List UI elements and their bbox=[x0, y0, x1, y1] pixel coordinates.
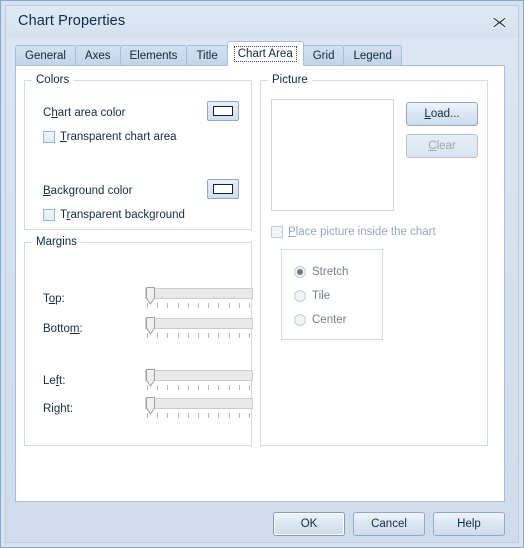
ok-button-label: OK bbox=[300, 518, 318, 530]
transparent-chart-area-checkbox[interactable]: Transparent chart area bbox=[43, 131, 177, 143]
transparent-background-label: Transparent background bbox=[60, 209, 185, 221]
colors-group-title: Colors bbox=[32, 74, 74, 86]
background-color-swatch bbox=[213, 184, 233, 194]
chart-area-color-swatch bbox=[213, 106, 233, 116]
clear-picture-button-label: Clear bbox=[428, 140, 456, 152]
margin-bottom-slider[interactable] bbox=[145, 317, 253, 341]
cancel-button[interactable]: Cancel bbox=[353, 512, 425, 536]
radio-center-label: Center bbox=[312, 314, 347, 326]
chart-area-color-label: Chart area color bbox=[43, 107, 126, 119]
checkbox-box-icon bbox=[43, 131, 55, 143]
help-button[interactable]: Help bbox=[433, 512, 505, 536]
tab-title[interactable]: Title bbox=[186, 45, 228, 66]
checkbox-box-icon bbox=[43, 209, 55, 221]
help-button-label: Help bbox=[457, 518, 481, 530]
chart-properties-dialog: Chart Properties General Axes Elements T… bbox=[0, 0, 524, 548]
load-picture-button-label: Load... bbox=[424, 108, 460, 120]
slider-track bbox=[145, 318, 253, 329]
colors-group: Colors Chart area color Transparent char… bbox=[24, 74, 252, 230]
slider-ticks bbox=[145, 385, 253, 391]
radio-circle-icon bbox=[294, 266, 306, 278]
tab-chart-area-label: Chart Area bbox=[233, 45, 297, 62]
margin-bottom-label: Bottom: bbox=[43, 323, 83, 335]
slider-track bbox=[145, 370, 253, 381]
transparent-chart-area-label: Transparent chart area bbox=[60, 131, 177, 143]
tab-strip: General Axes Elements Title Chart Area G… bbox=[15, 41, 402, 66]
slider-track bbox=[145, 288, 253, 299]
background-color-label: Background color bbox=[43, 185, 133, 197]
margin-top-label: Top: bbox=[43, 293, 65, 305]
tab-title-label: Title bbox=[196, 50, 218, 62]
margin-left-slider[interactable] bbox=[145, 369, 253, 393]
title-bar: Chart Properties bbox=[6, 6, 518, 38]
tab-axes[interactable]: Axes bbox=[74, 45, 121, 66]
tab-legend-label: Legend bbox=[353, 50, 392, 62]
margin-right-slider[interactable] bbox=[145, 397, 253, 421]
picture-group: Picture Load... Clear Place picture insi… bbox=[260, 74, 488, 446]
margins-group: Margins Top: Bottom: Left: Right: bbox=[24, 236, 253, 446]
radio-center[interactable]: Center bbox=[294, 314, 347, 326]
clear-picture-button[interactable]: Clear bbox=[406, 134, 478, 158]
background-color-button[interactable] bbox=[207, 179, 239, 199]
radio-circle-icon bbox=[294, 314, 306, 326]
tab-elements[interactable]: Elements bbox=[119, 45, 188, 66]
slider-ticks bbox=[145, 333, 253, 339]
radio-tile-label: Tile bbox=[312, 290, 331, 302]
cancel-button-label: Cancel bbox=[371, 518, 407, 530]
margin-top-slider[interactable] bbox=[145, 287, 253, 311]
place-picture-inside-chart-checkbox[interactable]: Place picture inside the chart bbox=[271, 226, 436, 238]
picture-preview[interactable] bbox=[271, 99, 394, 211]
picture-mode-group: Stretch Tile Center bbox=[281, 249, 383, 340]
chart-area-color-button[interactable] bbox=[207, 101, 239, 121]
close-icon[interactable] bbox=[489, 13, 509, 31]
tab-grid[interactable]: Grid bbox=[302, 45, 345, 66]
slider-ticks bbox=[145, 413, 253, 419]
checkbox-box-icon bbox=[271, 226, 283, 238]
picture-group-title: Picture bbox=[268, 74, 312, 86]
ok-button[interactable]: OK bbox=[273, 512, 345, 536]
tab-grid-label: Grid bbox=[312, 50, 335, 62]
tab-general[interactable]: General bbox=[15, 45, 76, 66]
slider-track bbox=[145, 398, 253, 409]
tab-legend[interactable]: Legend bbox=[343, 45, 402, 66]
place-picture-inside-chart-label: Place picture inside the chart bbox=[288, 226, 436, 238]
transparent-background-checkbox[interactable]: Transparent background bbox=[43, 209, 185, 221]
radio-tile[interactable]: Tile bbox=[294, 290, 330, 302]
tab-axes-label: Axes bbox=[84, 50, 111, 62]
radio-stretch-label: Stretch bbox=[312, 266, 349, 278]
radio-stretch[interactable]: Stretch bbox=[294, 266, 348, 278]
chart-area-tab-page: Colors Chart area color Transparent char… bbox=[15, 65, 505, 502]
margin-left-label: Left: bbox=[43, 375, 66, 387]
load-picture-button[interactable]: Load... bbox=[406, 102, 478, 126]
tab-general-label: General bbox=[25, 50, 66, 62]
radio-circle-icon bbox=[294, 290, 306, 302]
margins-group-title: Margins bbox=[32, 236, 81, 248]
tab-elements-label: Elements bbox=[129, 50, 178, 62]
margin-right-label: Right: bbox=[43, 403, 74, 415]
dialog-title: Chart Properties bbox=[18, 13, 126, 29]
tab-chart-area[interactable]: Chart Area bbox=[226, 41, 304, 66]
slider-ticks bbox=[145, 303, 253, 309]
